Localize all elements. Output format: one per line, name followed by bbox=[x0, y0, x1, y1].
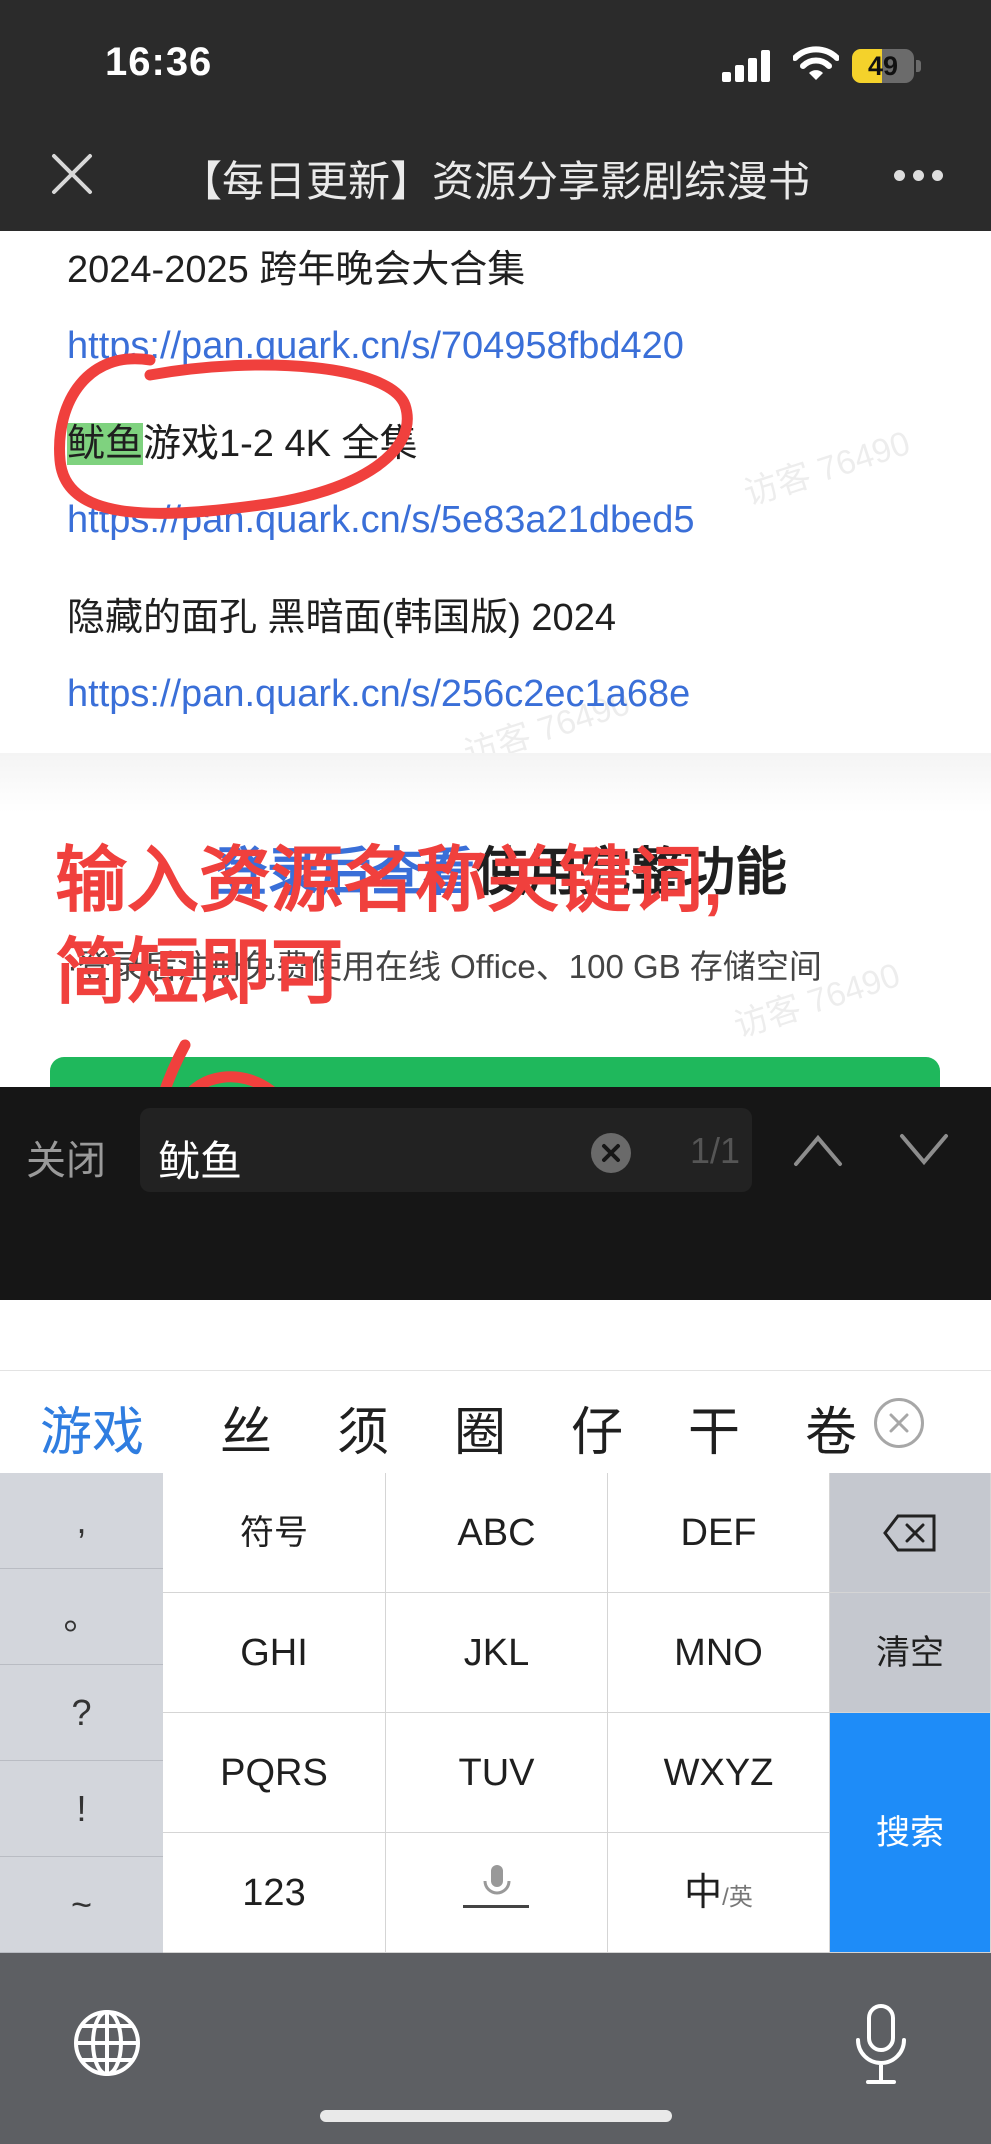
more-options-icon[interactable] bbox=[894, 170, 944, 182]
annotation-line-2: 简短即可 bbox=[55, 933, 344, 1013]
globe-icon[interactable] bbox=[72, 2008, 142, 2078]
key-abc[interactable]: ABC bbox=[386, 1473, 608, 1593]
lang-sub: /英 bbox=[722, 1884, 753, 1911]
article-line: 隐藏的面孔 黑暗面(韩国版) 2024 bbox=[67, 597, 616, 639]
candidate[interactable]: 丝 bbox=[220, 1390, 272, 1465]
key-numbers[interactable]: 123 bbox=[163, 1833, 386, 1953]
key-jkl[interactable]: JKL bbox=[386, 1593, 608, 1713]
blank-area bbox=[0, 1300, 991, 1370]
key-ghi[interactable]: GHI bbox=[163, 1593, 386, 1713]
search-key[interactable]: 搜索 bbox=[830, 1713, 991, 1953]
share-link[interactable]: https://pan.quark.cn/s/256c2ec1a68e bbox=[67, 673, 690, 716]
microphone-small-icon bbox=[483, 1865, 511, 1895]
candidate[interactable]: 须 bbox=[337, 1390, 389, 1465]
wifi-icon bbox=[793, 46, 839, 80]
punctuation-key[interactable]: 。 bbox=[0, 1569, 163, 1665]
key-def[interactable]: DEF bbox=[608, 1473, 830, 1593]
find-input[interactable]: 鱿鱼 bbox=[158, 1128, 242, 1189]
match-count: 1/1 bbox=[690, 1130, 741, 1171]
cellular-signal-icon bbox=[722, 50, 772, 82]
watermark: 访客 76490 bbox=[739, 424, 915, 514]
key-wxyz[interactable]: WXYZ bbox=[608, 1713, 830, 1833]
share-link[interactable]: https://pan.quark.cn/s/5e83a21dbed5 bbox=[67, 499, 694, 542]
status-time: 16:36 bbox=[105, 40, 213, 84]
space-underline bbox=[463, 1905, 529, 1908]
key-symbols[interactable]: 符号 bbox=[163, 1473, 386, 1593]
find-close-button[interactable]: 关闭 bbox=[26, 1128, 106, 1186]
punctuation-key[interactable]: , bbox=[0, 1473, 163, 1569]
language-switch-key[interactable]: 中/英 bbox=[608, 1833, 830, 1953]
next-match-icon[interactable] bbox=[898, 1130, 950, 1170]
key-tuv[interactable]: TUV bbox=[386, 1713, 608, 1833]
article-line-text: 游戏1-2 4K 全集 bbox=[143, 423, 418, 465]
previous-match-icon[interactable] bbox=[792, 1130, 844, 1170]
clear-key[interactable]: 清空 bbox=[830, 1593, 991, 1713]
article-line: 鱿鱼游戏1-2 4K 全集 bbox=[67, 412, 418, 467]
key-pqrs[interactable]: PQRS bbox=[163, 1713, 386, 1833]
annotation-line-1: 输入资源名称关键词, bbox=[55, 841, 724, 921]
clear-input-icon[interactable] bbox=[591, 1133, 631, 1173]
backspace-icon bbox=[883, 1514, 936, 1552]
annotation-text: 输入资源名称关键词, 简短即可 bbox=[55, 835, 723, 1019]
top-bar: 16:36 49 【每日更新】资源分享影剧综漫书 bbox=[0, 0, 991, 231]
dismiss-candidates-icon[interactable] bbox=[874, 1398, 924, 1448]
battery-level: 49 bbox=[867, 51, 899, 81]
page-title: 【每日更新】资源分享影剧综漫书 bbox=[180, 158, 811, 205]
space-key[interactable] bbox=[386, 1833, 608, 1953]
candidate[interactable]: 干 bbox=[688, 1390, 740, 1465]
home-indicator bbox=[320, 2110, 672, 2122]
close-icon[interactable] bbox=[48, 150, 96, 198]
punctuation-key[interactable]: ~ bbox=[0, 1857, 163, 1953]
candidate[interactable]: 圈 bbox=[454, 1390, 506, 1465]
backspace-key[interactable] bbox=[830, 1473, 991, 1593]
lang-main: 中 bbox=[684, 1872, 723, 1914]
candidate[interactable]: 卷 bbox=[805, 1390, 857, 1465]
microphone-icon[interactable] bbox=[852, 2002, 910, 2086]
search-highlight: 鱿鱼 bbox=[67, 423, 144, 465]
share-link[interactable]: https://pan.quark.cn/s/704958fbd420 bbox=[67, 325, 684, 368]
candidate[interactable]: 游戏 bbox=[40, 1390, 144, 1465]
article-line: 2024-2025 跨年晚会大合集 bbox=[67, 249, 526, 291]
battery-icon: 49 bbox=[852, 49, 922, 83]
candidate[interactable]: 仔 bbox=[571, 1390, 623, 1465]
punctuation-key[interactable]: ? bbox=[0, 1665, 163, 1761]
punctuation-key[interactable]: ! bbox=[0, 1761, 163, 1857]
key-mno[interactable]: MNO bbox=[608, 1593, 830, 1713]
